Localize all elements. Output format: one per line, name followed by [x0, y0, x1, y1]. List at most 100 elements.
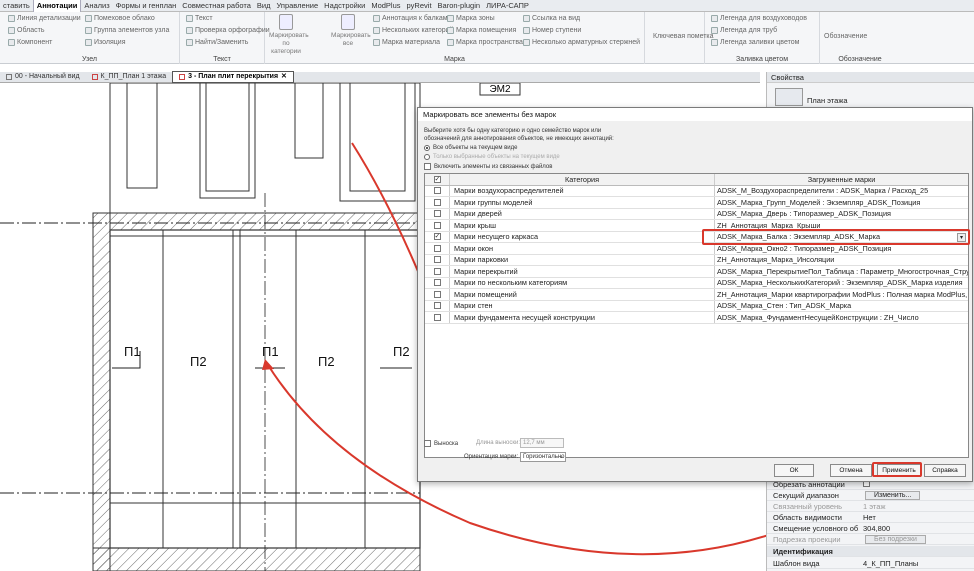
row-checkbox[interactable] [433, 198, 441, 206]
ribbon-item[interactable]: Легенда заливки цветом [711, 38, 799, 47]
slab-tag[interactable]: П2 [190, 354, 207, 369]
tag-family[interactable]: ADSK_Марка_Дверь : Типоразмер_ADSK_Позиц… [714, 208, 968, 219]
category-row[interactable]: Марки воздухораспределителей ADSK_M_Возду… [425, 185, 968, 197]
prop-value[interactable]: 4_К_ПП_Планы [859, 559, 974, 568]
ribbon-item[interactable]: Помеховое облако [85, 14, 155, 23]
ribbon-tab[interactable]: Формы и генплан [113, 0, 180, 12]
prop-key: Смещение условного об... [773, 523, 859, 533]
category-row[interactable]: Марки парковки ZH_Аннотация_Марка_Инсоляц… [425, 254, 968, 266]
ribbon-tab[interactable]: Анализ [81, 0, 112, 12]
ribbon-item[interactable]: Ссылка на вид [523, 14, 580, 23]
cancel-button[interactable]: Отмена [830, 464, 872, 477]
orientation-select[interactable]: Горизонтально ⌄ [520, 452, 566, 462]
row-checkbox[interactable] [433, 244, 441, 252]
tag-by-category-button[interactable]: Маркировать по категории [269, 14, 309, 56]
include-linked-checkbox[interactable]: Включить элементы из связанных файлов [424, 163, 552, 170]
category-row[interactable]: Марки по нескольким категориям ADSK_Марка… [425, 277, 968, 289]
select-all-checkbox[interactable]: ✓ [433, 175, 441, 183]
doc-tab[interactable]: 00 - Начальный вид [0, 72, 86, 82]
ribbon-tab[interactable]: ЛИРА-САПР [483, 0, 532, 12]
ribbon-tab[interactable]: Надстройки [321, 0, 368, 12]
button-label: Маркировать по категории [269, 32, 309, 55]
ribbon-tab[interactable]: Совместная работа [179, 0, 254, 12]
column-header-tags[interactable]: Загруженные марки [714, 174, 968, 185]
designation-button[interactable]: Обозначение [824, 32, 867, 41]
ribbon-item[interactable]: Аннотация к балкам [373, 14, 448, 23]
row-checkbox[interactable] [433, 290, 441, 298]
checkbox[interactable] [424, 163, 431, 170]
row-checkbox[interactable] [433, 279, 441, 287]
row-checkbox[interactable] [433, 221, 441, 229]
row-checkbox[interactable]: ✓ [433, 233, 441, 241]
ribbon-tab[interactable]: ModPlus [368, 0, 403, 12]
close-icon[interactable]: ✕ [281, 72, 287, 82]
prop-value[interactable]: 304,800 [859, 524, 974, 533]
radio-selected-objects[interactable]: Только выбранные объекты на текущем виде [424, 154, 560, 160]
ribbon-tab[interactable]: ставить [0, 0, 33, 12]
ribbon-item[interactable]: Легенда для труб [711, 26, 777, 35]
ribbon-tab[interactable]: Управление [273, 0, 321, 12]
ribbon-item[interactable]: Группа элементов узла [85, 26, 169, 35]
radio-button[interactable] [424, 154, 430, 160]
ribbon-tab[interactable]: pyRevit [404, 0, 435, 12]
projection-clip-button[interactable]: Без подрезки [865, 535, 926, 544]
prop-row: Шаблон вида 4_К_ПП_Планы [767, 558, 974, 569]
ribbon-item[interactable]: Проверка орфографии [186, 26, 270, 35]
row-checkbox[interactable] [433, 256, 441, 264]
section-header[interactable]: Идентификация [767, 546, 974, 557]
row-checkbox[interactable] [433, 187, 441, 195]
ribbon-item[interactable]: Марка зоны [447, 14, 495, 23]
slab-tag[interactable]: П2 [393, 344, 410, 359]
ribbon-tab[interactable]: Baron-plugin [435, 0, 484, 12]
category-row[interactable]: Марки группы моделей ADSK_Марка_Групп_Мод… [425, 197, 968, 209]
ribbon-item[interactable]: Изоляция [85, 38, 126, 47]
slab-tag[interactable]: П1 [124, 344, 141, 359]
column-header-category[interactable]: Категория [449, 174, 714, 185]
row-checkbox[interactable] [433, 313, 441, 321]
row-checkbox[interactable] [433, 210, 441, 218]
category-row[interactable]: Марки помещений ZH_Аннотация_Марки кварти… [425, 289, 968, 301]
checkbox[interactable] [424, 440, 431, 447]
ribbon-tab-annotations[interactable]: Аннотации [32, 0, 82, 12]
category-row[interactable]: Марки дверей ADSK_Марка_Дверь : Типоразме… [425, 208, 968, 220]
slab-tag[interactable]: П2 [318, 354, 335, 369]
row-checkbox[interactable] [433, 302, 441, 310]
tag-family[interactable]: ADSK_Марка_НесколькихКатегорий : Экземпл… [714, 277, 968, 288]
tag-family[interactable]: ADSK_M_Воздухораспределители : ADSK_Марк… [714, 185, 968, 196]
doc-tab[interactable]: К_ПП_План 1 этажа [86, 72, 173, 82]
ok-button[interactable]: ОК [774, 464, 814, 477]
ribbon-item[interactable]: Несколько арматурных стержней [523, 38, 640, 47]
category-row[interactable]: Марки фундамента несущей конструкции ADSK… [425, 312, 968, 324]
ribbon-item[interactable]: Марка помещения [447, 26, 516, 35]
ribbon-item[interactable]: Текст [186, 14, 213, 23]
ribbon-tab[interactable]: Вид [254, 0, 274, 12]
tag-family[interactable]: ZH_Аннотация_Марки квартирографии ModPlu… [714, 289, 968, 300]
slab-tag[interactable]: П1 [262, 344, 279, 359]
category-row[interactable]: Марки стен ADSK_Марка_Стен : Тип_ADSK_Мар… [425, 300, 968, 312]
tag-family[interactable]: ADSK_Марка_ПерекрытиеПол_Таблица : Парам… [714, 266, 968, 277]
radio-button[interactable] [424, 145, 430, 151]
ribbon-item[interactable]: Компонент [8, 38, 52, 47]
ribbon-item[interactable]: Марка пространства [447, 38, 523, 47]
leader-length-input[interactable]: 12,7 мм [520, 438, 564, 448]
leader-checkbox[interactable]: Выноска [424, 440, 458, 447]
ribbon-item[interactable]: Легенда для воздуховодов [711, 14, 807, 23]
help-button[interactable]: Справка [924, 464, 966, 477]
ribbon-item[interactable]: Номер ступени [523, 26, 581, 35]
tag-family[interactable]: ZH_Аннотация_Марка_Инсоляции [714, 254, 968, 265]
prop-value[interactable]: Нет [859, 513, 974, 522]
ribbon-item[interactable]: Нескольких категорий [373, 26, 453, 35]
ribbon-item[interactable]: Марка материала [373, 38, 440, 47]
tag-all-button[interactable]: Маркировать все [331, 14, 371, 48]
edit-crop-button[interactable]: Изменить... [865, 491, 921, 500]
category-row[interactable]: Марки перекрытий ADSK_Марка_ПерекрытиеПол… [425, 266, 968, 278]
radio-all-objects[interactable]: Все объекты на текущем виде [424, 145, 518, 151]
row-checkbox[interactable] [433, 267, 441, 275]
tag-family[interactable]: ADSK_Марка_Групп_Моделей : Экземпляр_ADS… [714, 197, 968, 208]
tag-family[interactable]: ADSK_Марка_ФундаментНесущейКонструкции :… [714, 312, 968, 323]
ribbon-item[interactable]: Область [8, 26, 44, 35]
doc-tab-active[interactable]: 3 - План плит перекрытия ✕ [172, 71, 294, 83]
ribbon-item[interactable]: Линия детализации [8, 14, 81, 23]
ribbon-item[interactable]: Найти/Заменить [186, 38, 248, 47]
tag-family[interactable]: ADSK_Марка_Стен : Тип_ADSK_Марка [714, 300, 968, 311]
